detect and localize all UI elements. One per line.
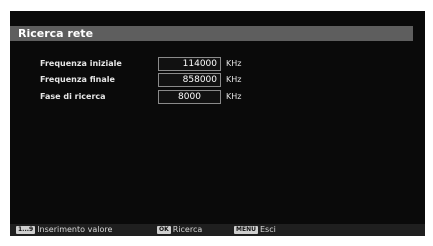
ok-key-icon: OK bbox=[157, 226, 171, 234]
footer-exit[interactable]: MENU Esci bbox=[234, 225, 276, 235]
start-frequency-label: Frequenza iniziale bbox=[40, 59, 122, 68]
page-title: Ricerca rete bbox=[18, 27, 94, 40]
end-frequency-label: Frequenza finale bbox=[40, 75, 115, 84]
search-step-label: Fase di ricerca bbox=[40, 92, 106, 101]
footer-bar: 1...9 Inserimento valore OK Ricerca MENU… bbox=[10, 224, 425, 236]
menu-key-icon: MENU bbox=[234, 226, 258, 234]
exit-label: Esci bbox=[259, 225, 276, 234]
search-label: Ricerca bbox=[172, 225, 203, 234]
digits-key-icon: 1...9 bbox=[16, 226, 36, 234]
field-row-search-step[interactable]: Fase di ricerca 8000 KHz bbox=[40, 90, 340, 104]
title-bar: Ricerca rete bbox=[10, 26, 413, 41]
field-row-end-frequency[interactable]: Frequenza finale 858000 KHz bbox=[40, 73, 340, 87]
end-frequency-unit: KHz bbox=[226, 75, 242, 84]
field-row-start-frequency[interactable]: Frequenza iniziale 114000 KHz bbox=[40, 57, 340, 71]
end-frequency-input[interactable]: 858000 bbox=[158, 73, 221, 87]
footer-enter-value[interactable]: 1...9 Inserimento valore bbox=[16, 225, 112, 235]
footer-search[interactable]: OK Ricerca bbox=[157, 225, 202, 235]
enter-value-label: Inserimento valore bbox=[37, 225, 113, 234]
search-step-input[interactable]: 8000 bbox=[158, 90, 221, 104]
tv-screen: Ricerca rete Frequenza iniziale 114000 K… bbox=[10, 11, 425, 236]
search-step-unit: KHz bbox=[226, 92, 242, 101]
start-frequency-input[interactable]: 114000 bbox=[158, 57, 221, 71]
start-frequency-unit: KHz bbox=[226, 59, 242, 68]
